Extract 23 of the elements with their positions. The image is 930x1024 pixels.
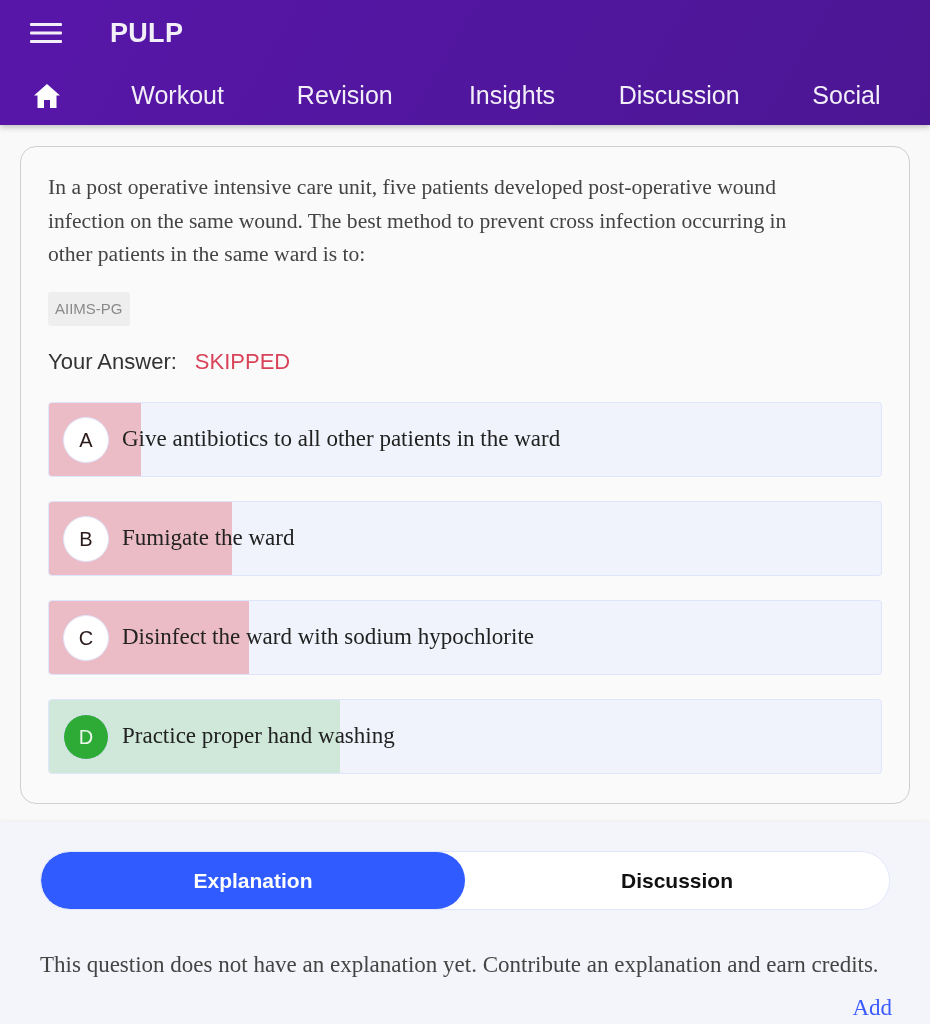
menu-icon[interactable]	[30, 23, 62, 43]
nav-tab[interactable]: Revision	[261, 76, 429, 115]
nav-tab[interactable]: Workout	[94, 76, 262, 115]
nav-tab[interactable]: Insights	[428, 76, 596, 115]
answer-option[interactable]: C Disinfect the ward with sodium hypochlorite	[48, 600, 882, 675]
option-text: Disinfect the ward with sodium hypochlorite	[122, 623, 534, 652]
detail-tab[interactable]: Explanation	[41, 852, 465, 909]
answer-option[interactable]: B Fumigate the ward	[48, 501, 882, 576]
answer-option[interactable]: A Give antibiotics to all other patients in the ward	[48, 402, 882, 477]
nav-tab[interactable]: Discussion	[595, 76, 763, 115]
exam-tag: AIIMS-PG	[48, 291, 130, 326]
explanation-message: This question does not have an explanation yet. Contribute an explanation and earn credits.	[40, 951, 880, 979]
option-text: Give antibiotics to all other patients in the ward	[122, 425, 561, 454]
option-text: Practice proper hand washing	[122, 722, 395, 751]
option-text: Fumigate the ward	[122, 524, 295, 553]
nav-tab[interactable]: Social	[762, 76, 930, 115]
add-link[interactable]: Add	[852, 994, 892, 1022]
question-text: In a post operative intensive care unit, five patients developed post-operative wound infection on the same wound. The best method to prevent cross infection occurring in other patients in the same ward is to:	[48, 174, 788, 268]
answer-option[interactable]: D Practice proper hand washing	[48, 699, 882, 774]
home-icon[interactable]	[34, 83, 60, 108]
answer-label: Your Answer:	[48, 347, 177, 376]
answer-status: SKIPPED	[194, 347, 291, 376]
app-title: PULP	[110, 16, 184, 50]
